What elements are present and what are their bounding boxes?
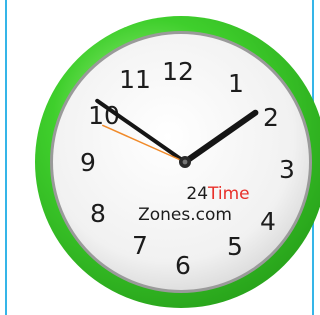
numeral-4: 4: [260, 207, 276, 236]
numeral-12: 12: [162, 57, 194, 86]
numeral-11: 11: [119, 65, 151, 94]
brand-domain: Zones.com: [138, 205, 232, 225]
numeral-3: 3: [279, 155, 295, 184]
brand-logo-top: 24Time: [186, 184, 249, 204]
numeral-1: 1: [228, 69, 244, 98]
brand-word: Time: [207, 184, 250, 204]
numeral-8: 8: [90, 199, 106, 228]
numeral-2: 2: [263, 103, 279, 132]
page-frame: 12 1 2 3 4 5 6 7 8 9 10 11 24Time Zones.…: [0, 0, 320, 315]
numeral-5: 5: [227, 232, 243, 261]
numeral-9: 9: [80, 148, 96, 177]
numeral-6: 6: [175, 251, 191, 280]
numeral-7: 7: [132, 231, 148, 260]
analog-clock-widget: 12 1 2 3 4 5 6 7 8 9 10 11 24Time Zones.…: [0, 0, 320, 315]
brand-number: 24: [186, 184, 208, 204]
center-cap-highlight: [182, 159, 188, 165]
analog-clock-icon: 12 1 2 3 4 5 6 7 8 9 10 11 24Time Zones.…: [35, 16, 320, 308]
